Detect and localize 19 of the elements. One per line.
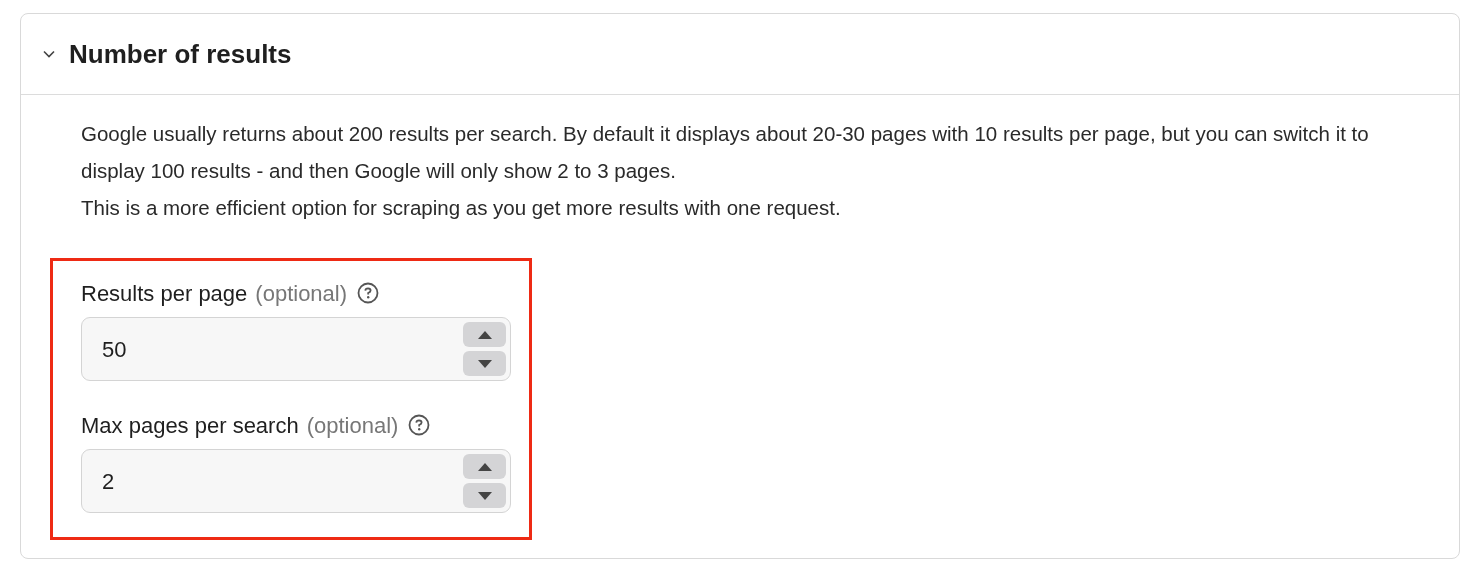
number-field[interactable]: 50 [81,317,511,381]
description-text: This is a more efficient option for scraping as you get more results with one request. [81,195,842,221]
decrement-button[interactable] [463,351,506,376]
field-label: Results per page [81,279,248,308]
increment-button[interactable] [463,322,506,347]
section-title[interactable]: Number of results [69,34,292,74]
increment-button[interactable] [463,454,506,479]
triangle-up-icon [477,462,492,471]
optional-hint: (optional) [255,279,348,308]
description-text: Google usually returns about 200 results per search. By default it displays about 20-30 pages with 10 results per page, but you can switch it to display 100 results - and then Google will only show 2 to 3 pages. [81,121,1370,184]
help-icon[interactable] [408,414,431,436]
number-field[interactable]: 2 [81,449,511,513]
help-icon[interactable] [357,282,380,304]
triangle-up-icon [477,330,492,339]
decrement-button[interactable] [463,483,506,508]
triangle-down-icon [477,359,492,368]
triangle-down-icon [477,491,492,500]
optional-hint: (optional) [306,411,399,440]
field-label: Max pages per search [81,411,299,440]
